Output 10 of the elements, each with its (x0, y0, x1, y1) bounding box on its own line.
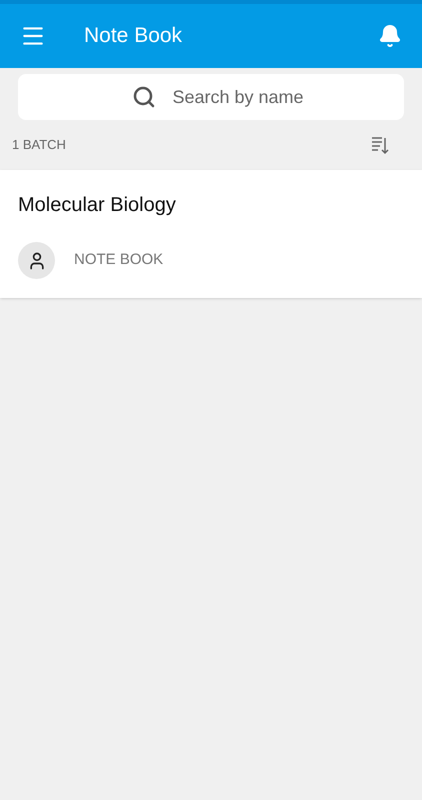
search-icon (132, 85, 156, 109)
sort-icon[interactable] (370, 135, 390, 155)
avatar-icon (18, 242, 55, 279)
batch-title: Molecular Biology (18, 193, 177, 218)
app-title: Note Book (84, 23, 184, 50)
batch-subtitle: NOTE BOOK (74, 250, 164, 270)
batch-card[interactable]: Molecular Biology NOTE BOOK (0, 170, 422, 298)
batch-count: 1 BATCH (12, 136, 66, 154)
search-field[interactable]: Search by name (18, 74, 404, 120)
notification-button[interactable] (378, 24, 402, 48)
